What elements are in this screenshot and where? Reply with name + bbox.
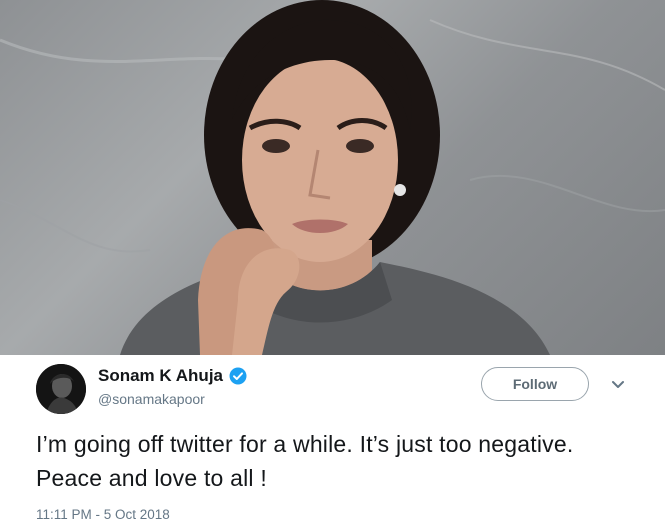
user-handle[interactable]: @sonamakapoor (98, 391, 205, 407)
avatar-image (36, 364, 86, 414)
chevron-down-icon[interactable] (611, 377, 625, 388)
portrait-image (0, 0, 665, 355)
follow-button[interactable]: Follow (481, 367, 589, 401)
tweet-card: Sonam K Ahuja @sonamakapoor Follow I’m g… (0, 355, 665, 532)
display-name[interactable]: Sonam K Ahuja (98, 366, 223, 386)
avatar[interactable] (36, 364, 86, 414)
author-row: Sonam K Ahuja (98, 366, 247, 386)
tweet-timestamp[interactable]: 11:11 PM - 5 Oct 2018 (36, 507, 170, 522)
verified-badge-icon (229, 367, 247, 385)
tweet-text: I’m going off twitter for a while. It’s … (36, 431, 574, 491)
profile-photo (0, 0, 665, 355)
